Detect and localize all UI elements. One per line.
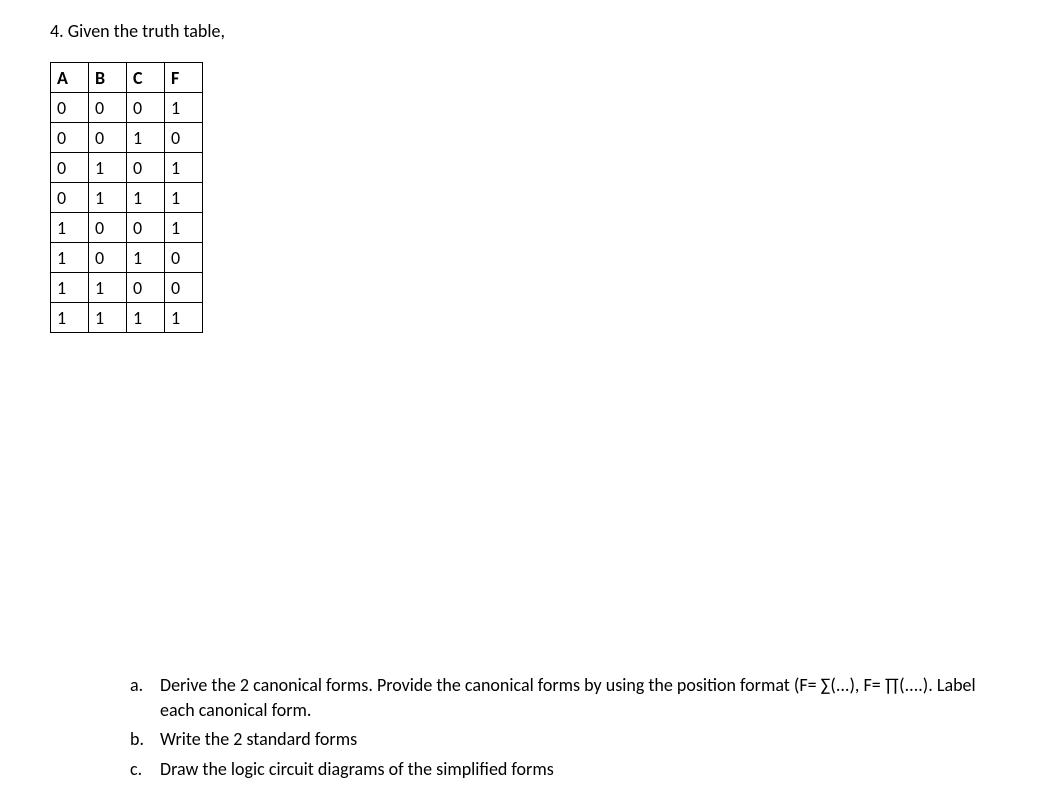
table-row: 1111 — [51, 303, 203, 333]
table-cell: 1 — [165, 183, 203, 213]
table-row: 0001 — [51, 93, 203, 123]
table-row: 0010 — [51, 123, 203, 153]
table-cell: 1 — [165, 153, 203, 183]
table-row: 1010 — [51, 243, 203, 273]
table-cell: 1 — [51, 213, 89, 243]
table-cell: 1 — [127, 243, 165, 273]
sub-question-item: b.Write the 2 standard forms — [130, 727, 1003, 752]
col-header-a: A — [51, 63, 89, 93]
sub-questions: a.Derive the 2 canonical forms. Provide … — [130, 673, 1003, 782]
table-cell: 0 — [51, 183, 89, 213]
sub-question-label: c. — [130, 757, 160, 782]
table-cell: 1 — [127, 303, 165, 333]
table-body: 00010010010101111001101011001111 — [51, 93, 203, 333]
table-row: 1001 — [51, 213, 203, 243]
table-row: 1100 — [51, 273, 203, 303]
table-cell: 1 — [127, 183, 165, 213]
col-header-c: C — [127, 63, 165, 93]
table-cell: 1 — [89, 303, 127, 333]
table-cell: 0 — [127, 153, 165, 183]
table-cell: 1 — [89, 183, 127, 213]
sub-question-label: a. — [130, 673, 160, 723]
table-cell: 0 — [89, 213, 127, 243]
table-cell: 0 — [165, 123, 203, 153]
table-cell: 0 — [89, 93, 127, 123]
sub-question-text: Derive the 2 canonical forms. Provide th… — [160, 673, 1003, 723]
table-cell: 0 — [165, 273, 203, 303]
table-cell: 1 — [89, 153, 127, 183]
table-cell: 0 — [51, 93, 89, 123]
table-cell: 1 — [51, 243, 89, 273]
sub-question-label: b. — [130, 727, 160, 752]
truth-table: A B C F 00010010010101111001101011001111 — [50, 62, 203, 333]
table-cell: 1 — [51, 303, 89, 333]
col-header-f: F — [165, 63, 203, 93]
sub-question-text: Draw the logic circuit diagrams of the s… — [160, 757, 1003, 782]
col-header-b: B — [89, 63, 127, 93]
table-cell: 1 — [127, 123, 165, 153]
table-cell: 0 — [51, 153, 89, 183]
table-cell: 1 — [165, 93, 203, 123]
table-cell: 0 — [89, 243, 127, 273]
table-cell: 0 — [165, 243, 203, 273]
table-header-row: A B C F — [51, 63, 203, 93]
table-cell: 0 — [127, 273, 165, 303]
table-cell: 0 — [127, 93, 165, 123]
question-prompt: Given the truth table, — [68, 20, 225, 42]
sub-question-item: a.Derive the 2 canonical forms. Provide … — [130, 673, 1003, 723]
table-cell: 1 — [165, 303, 203, 333]
table-row: 0101 — [51, 153, 203, 183]
question-number: 4. — [50, 20, 64, 42]
question-title: 4. Given the truth table, — [50, 20, 1003, 42]
table-cell: 1 — [89, 273, 127, 303]
table-cell: 0 — [51, 123, 89, 153]
sub-question-item: c.Draw the logic circuit diagrams of the… — [130, 757, 1003, 782]
table-row: 0111 — [51, 183, 203, 213]
table-cell: 1 — [165, 213, 203, 243]
table-cell: 1 — [51, 273, 89, 303]
table-cell: 0 — [127, 213, 165, 243]
table-cell: 0 — [89, 123, 127, 153]
sub-question-text: Write the 2 standard forms — [160, 727, 1003, 752]
